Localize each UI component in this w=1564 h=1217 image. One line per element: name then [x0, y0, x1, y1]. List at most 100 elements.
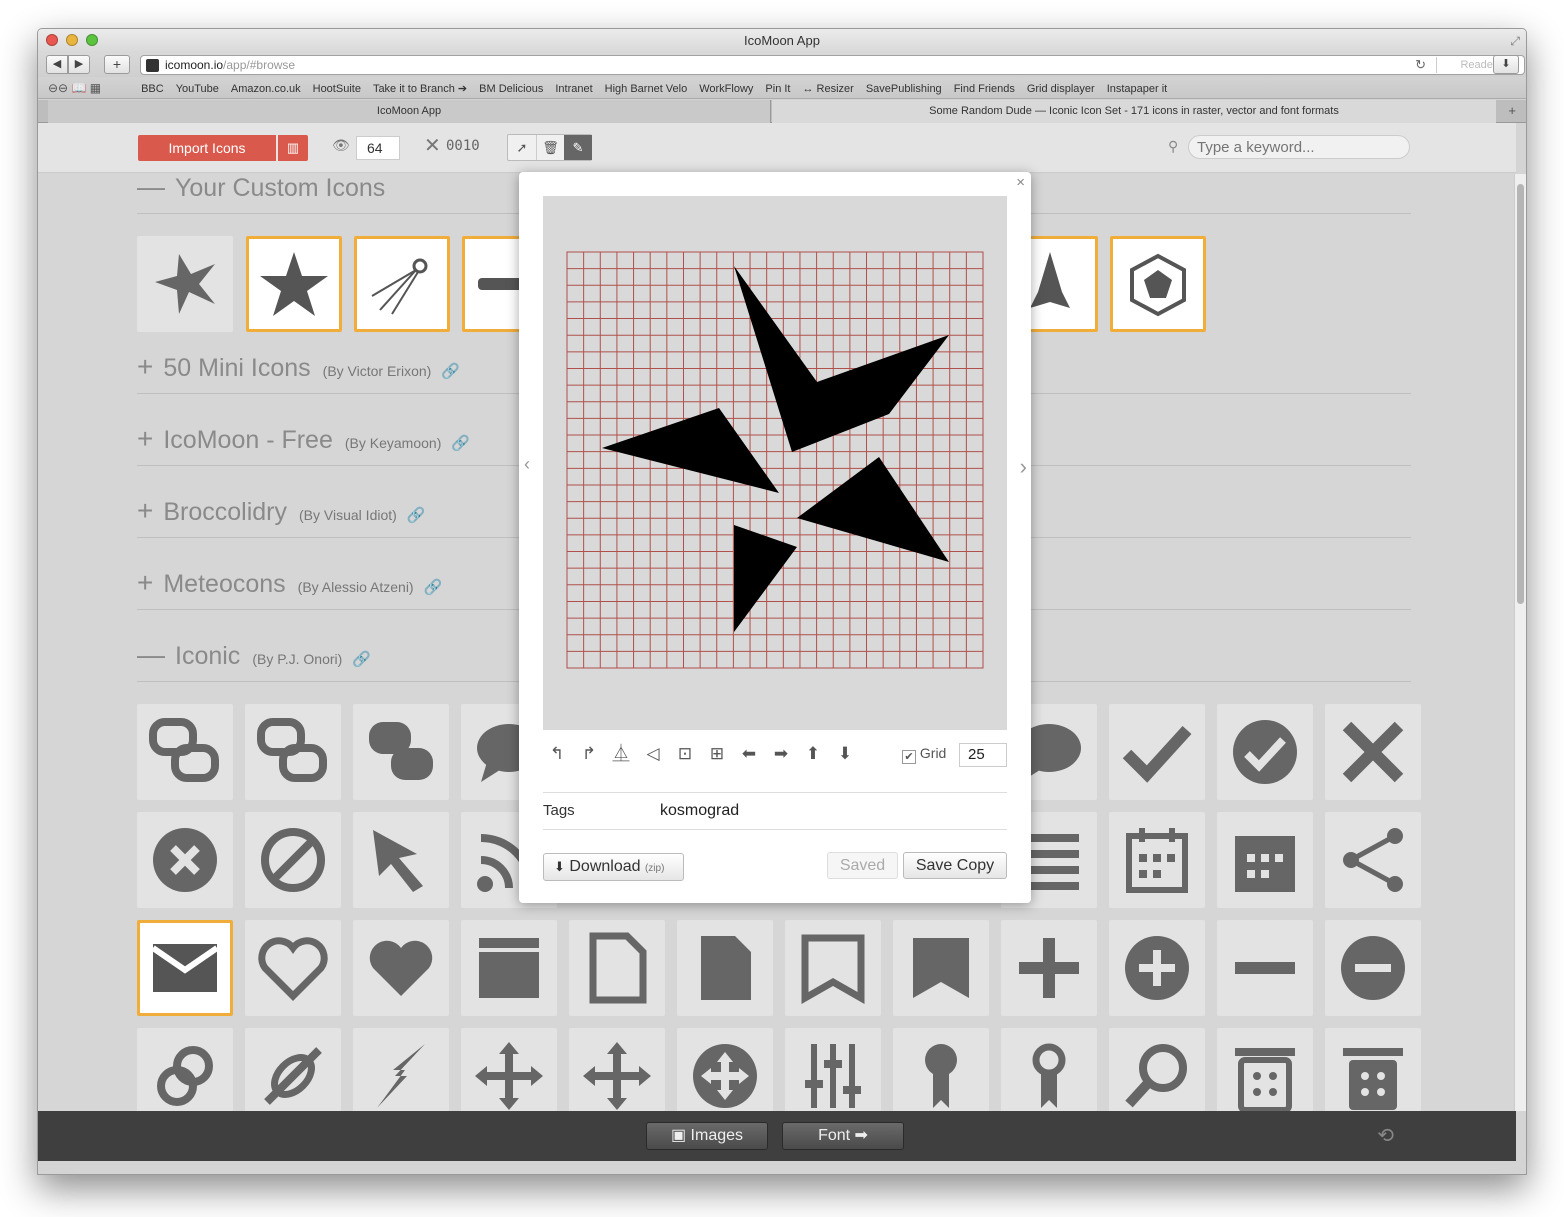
new-tab-plus-icon[interactable]: +	[1508, 100, 1516, 122]
scrollbar[interactable]	[1514, 174, 1526, 1111]
link-icon[interactable]: 🔗	[424, 579, 443, 596]
search-input[interactable]	[1188, 135, 1410, 159]
tab-icomoon[interactable]: IcoMoon App	[48, 100, 771, 123]
icon-tile[interactable]	[893, 1028, 989, 1111]
expand-plus-icon[interactable]: +	[137, 495, 153, 526]
icon-tile[interactable]	[1001, 1028, 1097, 1111]
save-copy-button[interactable]: Save Copy	[903, 852, 1007, 879]
zoom-window-button[interactable]	[86, 34, 98, 46]
glyph-editor-canvas[interactable]	[543, 196, 1007, 730]
icon-tile[interactable]	[1217, 704, 1313, 800]
icon-tile[interactable]	[785, 1028, 881, 1111]
select-tool-icon[interactable]: ➚	[508, 135, 536, 160]
section-header[interactable]: +50 Mini Icons (By Victor Erixon) 🔗	[137, 351, 460, 383]
grid-size-input[interactable]: 25	[959, 743, 1007, 767]
download-manager-button[interactable]: ⬇	[1493, 55, 1519, 74]
scrollbar-thumb[interactable]	[1517, 184, 1524, 604]
bookmark-item[interactable]: YouTube	[176, 78, 219, 100]
forward-button[interactable]: ▶	[68, 55, 90, 74]
expand-plus-icon[interactable]: +	[137, 351, 153, 382]
tags-input[interactable]: kosmograd	[660, 802, 739, 820]
next-icon-arrow[interactable]: ›	[1020, 454, 1027, 480]
bookmark-item[interactable]: ↔ Resizer	[803, 78, 854, 100]
section-header[interactable]: — Iconic (By P.J. Onori) 🔗	[137, 639, 371, 671]
icon-tile[interactable]	[137, 236, 233, 332]
icon-tile[interactable]	[1217, 920, 1313, 1016]
grow-icon[interactable]: ⊞	[706, 743, 728, 765]
icon-tile[interactable]	[1001, 920, 1097, 1016]
bookmark-item[interactable]: BBC	[141, 78, 164, 100]
bookmark-item[interactable]: High Barnet Velo	[605, 78, 688, 100]
bookmark-item[interactable]: Intranet	[555, 78, 592, 100]
reload-icon[interactable]: ↻	[1415, 56, 1426, 74]
section-header[interactable]: + Meteocons (By Alessio Atzeni) 🔗	[137, 567, 442, 599]
new-tab-button[interactable]: +	[104, 55, 130, 74]
address-bar[interactable]: icomoon.io/app/#browse ↻ Reader	[140, 55, 1525, 75]
link-icon[interactable]: 🔗	[451, 435, 470, 452]
bookmark-item[interactable]: Pin It	[765, 78, 790, 100]
close-window-button[interactable]	[46, 34, 58, 46]
icon-tile[interactable]	[1325, 704, 1421, 800]
icon-tile[interactable]	[137, 812, 233, 908]
icon-tile[interactable]	[246, 236, 342, 332]
icon-tile[interactable]	[245, 812, 341, 908]
link-icon[interactable]: 🔗	[352, 651, 371, 668]
section-header[interactable]: + Broccolidry (By Visual Idiot) 🔗	[137, 495, 425, 527]
top-sites-grid-icon[interactable]: ▦	[90, 81, 101, 95]
icon-tile[interactable]	[354, 236, 450, 332]
move-right-icon[interactable]: ➡	[770, 743, 792, 765]
icon-tile[interactable]	[1109, 920, 1205, 1016]
rotate-left-icon[interactable]: ↰	[546, 743, 568, 765]
minimize-window-button[interactable]	[66, 34, 78, 46]
import-icons-button[interactable]: Import Icons	[138, 135, 276, 161]
icon-tile[interactable]	[353, 1028, 449, 1111]
icon-tile[interactable]	[1109, 704, 1205, 800]
grid-toggle[interactable]: ✔ Grid	[902, 745, 946, 764]
icon-tile[interactable]	[137, 704, 233, 800]
fullscreen-icon[interactable]: ⤢	[1510, 29, 1520, 53]
saved-button[interactable]: Saved	[827, 852, 898, 879]
back-button[interactable]: ◀	[46, 55, 68, 74]
move-down-icon[interactable]: ⬇	[834, 743, 856, 765]
icon-tile[interactable]	[1217, 812, 1313, 908]
bookmark-item[interactable]: BM Delicious	[479, 78, 543, 100]
shrink-icon[interactable]: ⊡	[674, 743, 696, 765]
icon-tile[interactable]	[461, 920, 557, 1016]
icon-tile[interactable]	[1217, 1028, 1313, 1111]
flip-horizontal-icon[interactable]: ⏅	[610, 743, 632, 765]
move-left-icon[interactable]: ⬅	[738, 743, 760, 765]
rotate-right-icon[interactable]: ↱	[578, 743, 600, 765]
icon-tile[interactable]	[245, 704, 341, 800]
grid-checkbox[interactable]: ✔	[902, 750, 916, 764]
icon-tile[interactable]	[461, 1028, 557, 1111]
download-button[interactable]: ⬇ Download (zip)	[543, 853, 684, 881]
expand-plus-icon[interactable]: +	[137, 423, 153, 454]
flip-vertical-icon[interactable]: ◁	[642, 743, 664, 765]
collapse-minus-icon[interactable]: —	[137, 639, 165, 670]
bookmarks-book-icon[interactable]: 📖	[71, 81, 86, 95]
section-header[interactable]: — Your Custom Icons	[137, 174, 385, 203]
icon-tile[interactable]	[245, 920, 341, 1016]
bookmark-item[interactable]: Instapaper it	[1107, 78, 1168, 100]
icon-tile[interactable]	[1109, 812, 1205, 908]
move-up-icon[interactable]: ⬆	[802, 743, 824, 765]
previous-icon-arrow[interactable]: ‹	[524, 454, 530, 475]
icon-tile[interactable]	[245, 1028, 341, 1111]
icon-tile[interactable]	[569, 1028, 665, 1111]
link-icon[interactable]: 🔗	[441, 363, 460, 380]
edit-tool-icon[interactable]: ✎	[564, 135, 592, 160]
bookmark-item[interactable]: Take it to Branch ➔	[373, 78, 467, 100]
icon-tile[interactable]	[569, 920, 665, 1016]
tab-iconic[interactable]: Some Random Dude — Iconic Icon Set - 171…	[772, 100, 1496, 123]
bookmark-item[interactable]: Find Friends	[954, 78, 1015, 100]
icon-tile[interactable]	[1325, 920, 1421, 1016]
reading-list-icon[interactable]: ⊖⊖	[48, 81, 68, 95]
icon-tile[interactable]	[353, 920, 449, 1016]
icon-tile[interactable]	[137, 1028, 233, 1111]
icon-size-input[interactable]: 64	[356, 136, 400, 160]
collapse-minus-icon[interactable]: —	[137, 174, 165, 202]
bookmark-item[interactable]: WorkFlowy	[699, 78, 753, 100]
delete-tool-icon[interactable]: 🗑	[536, 135, 564, 160]
bookmark-item[interactable]: HootSuite	[313, 78, 361, 100]
font-button[interactable]: Font ➡	[782, 1122, 904, 1150]
